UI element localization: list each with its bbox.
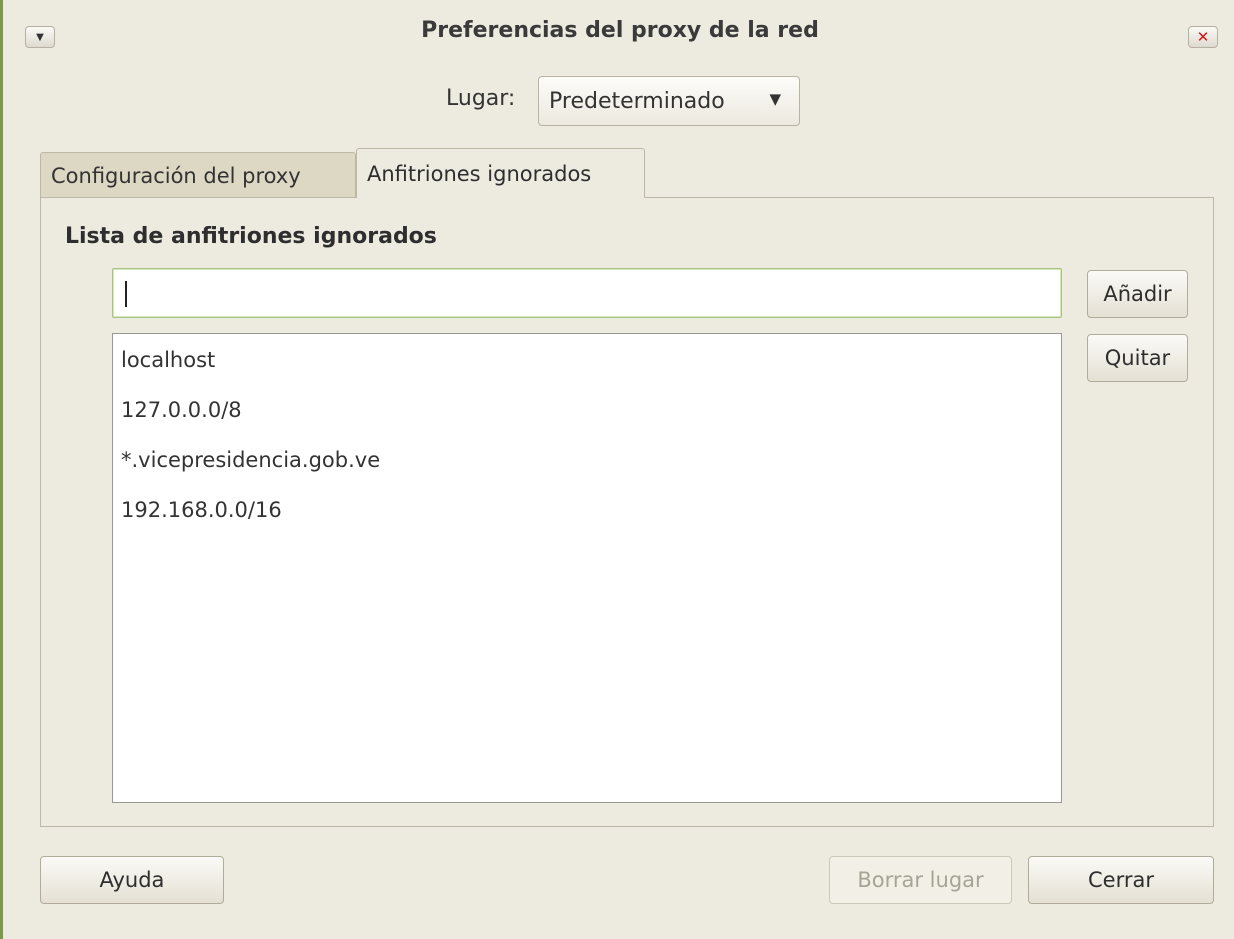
close-icon: ✕ [1196,28,1210,46]
tab-ignored-hosts[interactable]: Anfitriones ignorados [356,148,645,198]
remove-host-button[interactable]: Quitar [1087,334,1188,382]
window-close-button[interactable]: ✕ [1188,26,1218,48]
help-button[interactable]: Ayuda [40,856,224,904]
tab-label: Configuración del proxy [51,163,301,188]
location-select[interactable]: Predeterminado ▼ [538,76,800,126]
title-bar: ▼ Preferencias del proxy de la red ✕ [3,0,1234,68]
location-label: Lugar: [446,86,516,111]
list-item[interactable]: 127.0.0.0/8 [121,390,242,430]
proxy-preferences-window: ▼ Preferencias del proxy de la red ✕ Lug… [0,0,1234,939]
chevron-down-icon: ▼ [769,90,781,108]
section-title: Lista de anfitriones ignorados [65,224,437,249]
tab-proxy-configuration[interactable]: Configuración del proxy [40,152,356,198]
add-host-button[interactable]: Añadir [1087,270,1188,318]
list-item[interactable]: localhost [121,340,215,380]
delete-location-button[interactable]: Borrar lugar [829,856,1012,904]
list-item[interactable]: *.vicepresidencia.gob.ve [121,440,380,480]
window-title: Preferencias del proxy de la red [421,18,819,43]
location-selected-value: Predeterminado [549,88,725,114]
ignored-host-input[interactable] [112,268,1062,318]
tab-label: Anfitriones ignorados [367,161,592,186]
list-item[interactable]: 192.168.0.0/16 [121,490,282,530]
text-caret [125,281,127,307]
close-button[interactable]: Cerrar [1028,856,1214,904]
ignored-hosts-list[interactable]: localhost 127.0.0.0/8 *.vicepresidencia.… [112,333,1062,803]
